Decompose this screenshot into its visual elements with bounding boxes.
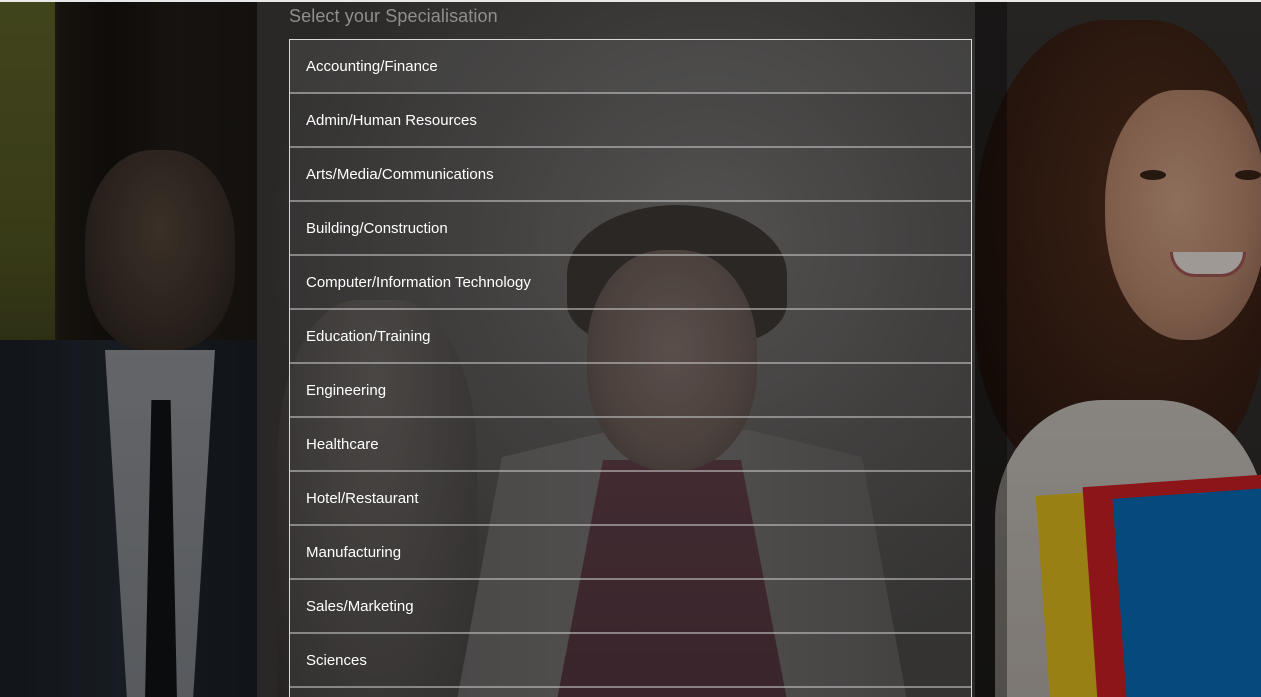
specialisation-item-manufacturing[interactable]: Manufacturing — [290, 526, 971, 580]
specialisation-item-education-training[interactable]: Education/Training — [290, 310, 971, 364]
window-top-edge — [0, 0, 1261, 2]
specialisation-item-healthcare[interactable]: Healthcare — [290, 418, 971, 472]
specialisation-item-engineering[interactable]: Engineering — [290, 364, 971, 418]
specialisation-item-admin-human-resources[interactable]: Admin/Human Resources — [290, 94, 971, 148]
specialisation-item-accounting-finance[interactable]: Accounting/Finance — [290, 40, 971, 94]
specialisation-item-arts-media-communications[interactable]: Arts/Media/Communications — [290, 148, 971, 202]
specialisation-item-computer-it[interactable]: Computer/Information Technology — [290, 256, 971, 310]
specialisation-list: Accounting/Finance Admin/Human Resources… — [289, 39, 972, 697]
page-stage: Select your Specialisation Accounting/Fi… — [0, 0, 1261, 697]
specialisation-item-building-construction[interactable]: Building/Construction — [290, 202, 971, 256]
specialisation-item-sales-marketing[interactable]: Sales/Marketing — [290, 580, 971, 634]
specialisation-item-hotel-restaurant[interactable]: Hotel/Restaurant — [290, 472, 971, 526]
specialisation-item-sciences[interactable]: Sciences — [290, 634, 971, 688]
page-title: Select your Specialisation — [289, 6, 498, 26]
